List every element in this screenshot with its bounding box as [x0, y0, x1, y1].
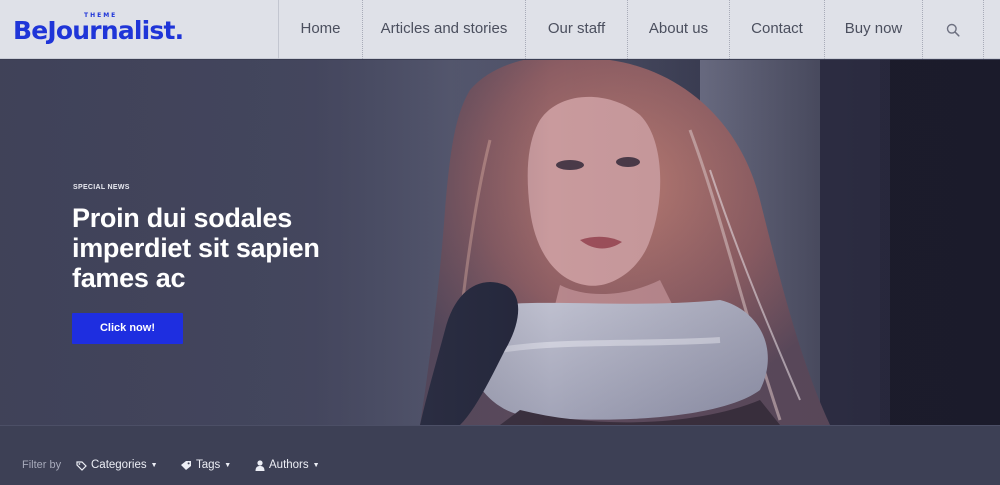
hero-banner: SPECIAL NEWS Proin dui sodales imperdiet…: [0, 60, 1000, 425]
filter-authors-label: Authors: [269, 459, 309, 471]
category-icon: [76, 460, 87, 471]
site-logo[interactable]: BeJournalist.: [13, 14, 184, 48]
main-nav: Home Articles and stories Our staff Abou…: [278, 0, 984, 59]
nav-about-us[interactable]: About us: [627, 0, 729, 59]
hero-eyebrow: SPECIAL NEWS: [73, 184, 130, 191]
nav-our-staff[interactable]: Our staff: [525, 0, 627, 59]
chevron-down-icon: ▼: [150, 461, 158, 469]
nav-home[interactable]: Home: [278, 0, 362, 59]
filter-bar: Filter by Categories ▼ Tags ▼ Authors ▼: [0, 425, 1000, 485]
search-button[interactable]: [922, 0, 984, 59]
nav-buy-now[interactable]: Buy now: [824, 0, 922, 59]
filter-categories[interactable]: Categories ▼: [76, 457, 158, 473]
hero-cta-button[interactable]: Click now!: [72, 313, 183, 344]
hero-title[interactable]: Proin dui sodales imperdiet sit sapien f…: [72, 203, 372, 293]
chevron-down-icon: ▼: [312, 461, 320, 469]
nav-contact[interactable]: Contact: [729, 0, 824, 59]
filter-authors[interactable]: Authors ▼: [255, 457, 320, 473]
filter-tags-label: Tags: [196, 459, 221, 471]
tag-icon: [180, 460, 192, 471]
site-header: BeJournalist. THEME Home Articles and st…: [0, 0, 1000, 59]
filter-categories-label: Categories: [91, 459, 147, 471]
filter-tags[interactable]: Tags ▼: [180, 457, 231, 473]
logo-theme-tag: THEME: [84, 12, 118, 19]
search-icon: [946, 23, 960, 37]
nav-articles-and-stories[interactable]: Articles and stories: [362, 0, 525, 59]
chevron-down-icon: ▼: [224, 461, 232, 469]
site-logo-text[interactable]: BeJournalist.: [13, 16, 184, 45]
user-icon: [255, 459, 265, 471]
filter-label: Filter by: [22, 459, 62, 471]
